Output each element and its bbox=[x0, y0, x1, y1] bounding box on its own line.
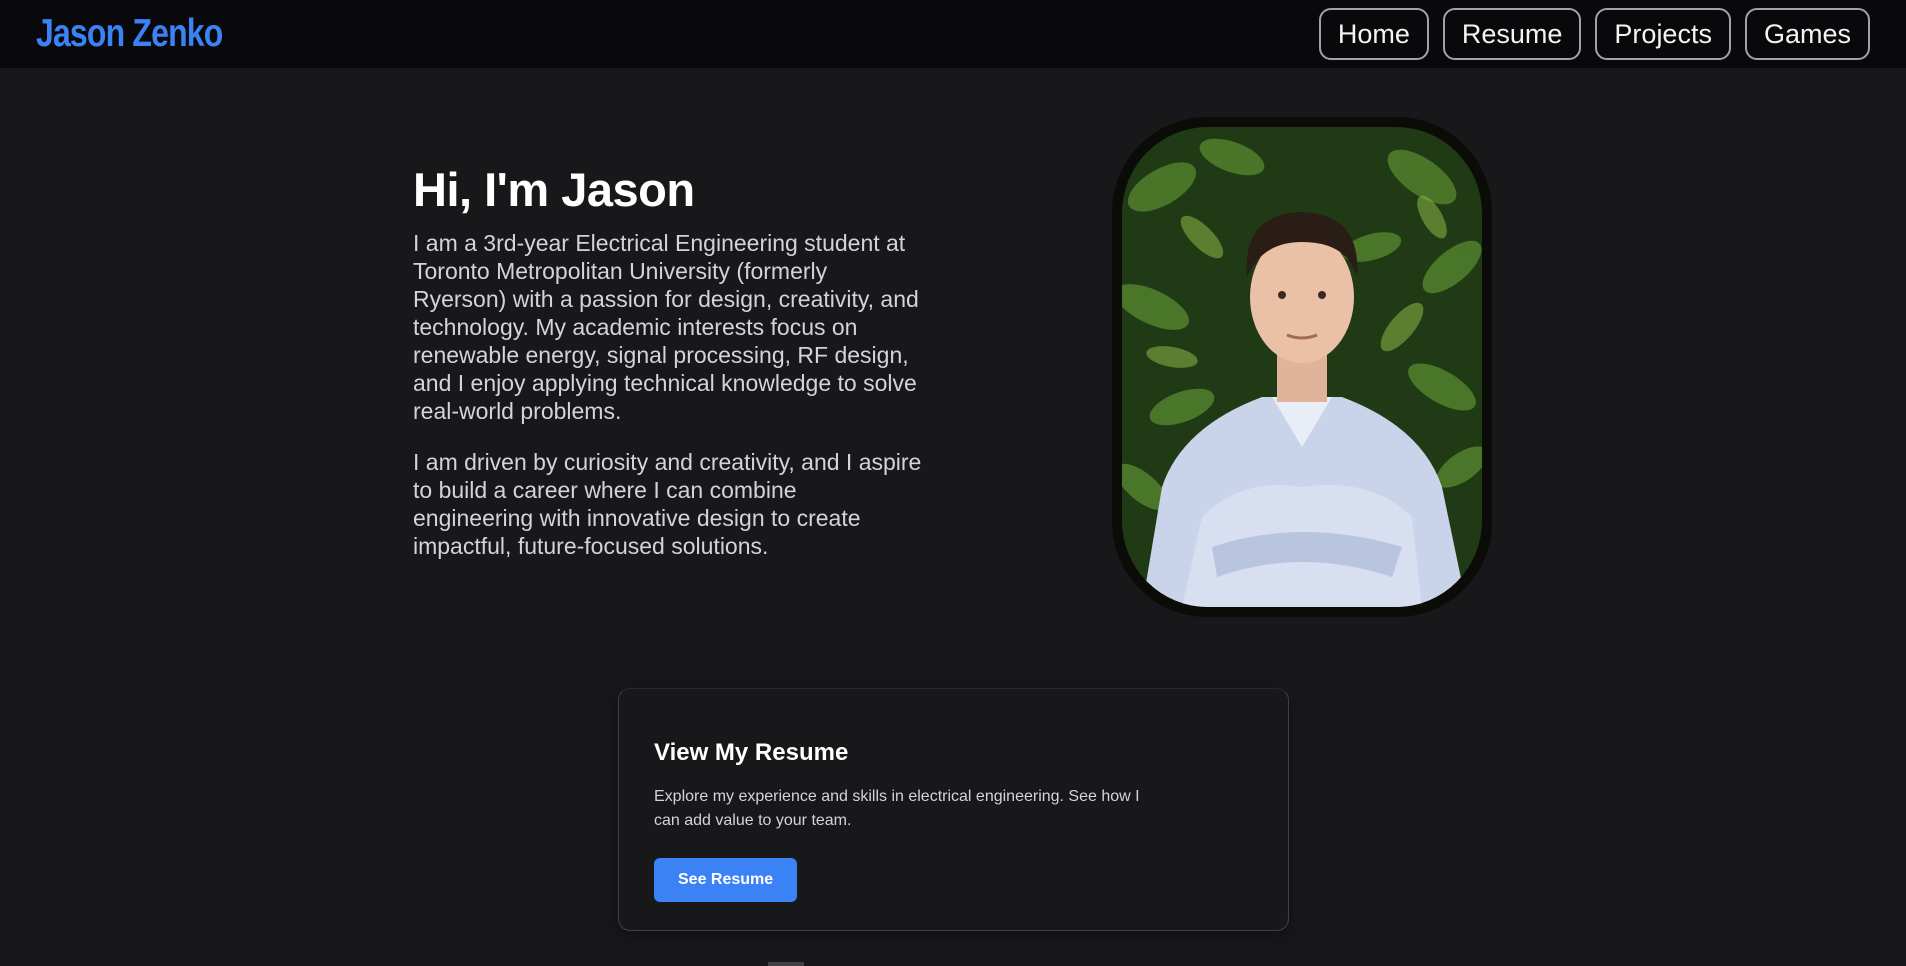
next-section-hint bbox=[768, 962, 804, 966]
nav-games-button[interactable]: Games bbox=[1744, 8, 1870, 60]
nav-projects-button[interactable]: Projects bbox=[1595, 8, 1731, 60]
nav-links: Home Resume Projects Games bbox=[1318, 8, 1870, 60]
hero-paragraph-intro: I am a 3rd-year Electrical Engineering s… bbox=[413, 230, 919, 424]
profile-photo bbox=[1122, 127, 1482, 607]
hero-text: Hi, I'm Jason I am a 3rd-year Electrical… bbox=[413, 162, 923, 583]
hero-section: Hi, I'm Jason I am a 3rd-year Electrical… bbox=[0, 68, 1906, 668]
resume-card: View My Resume Explore my experience and… bbox=[618, 688, 1289, 931]
hero-title: Hi, I'm Jason bbox=[413, 163, 695, 216]
resume-card-description: Explore my experience and skills in elec… bbox=[654, 788, 1140, 829]
nav-resume-button[interactable]: Resume bbox=[1442, 8, 1582, 60]
see-resume-button[interactable]: See Resume bbox=[654, 858, 798, 902]
site-brand[interactable]: Jason Zenko bbox=[36, 12, 223, 56]
resume-card-title: View My Resume bbox=[654, 739, 849, 766]
profile-photo-frame bbox=[1112, 117, 1492, 617]
nav-home-button[interactable]: Home bbox=[1318, 8, 1429, 60]
hero-paragraph-aspiration: I am driven by curiosity and creativity,… bbox=[413, 449, 922, 559]
top-navbar: Jason Zenko Home Resume Projects Games bbox=[0, 0, 1906, 68]
